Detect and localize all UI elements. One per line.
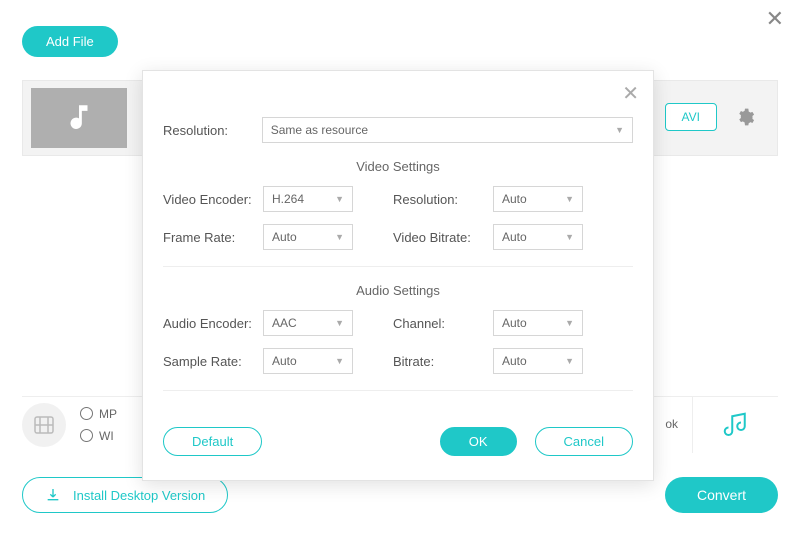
window-close-button[interactable]: ✕ (766, 6, 784, 32)
chevron-down-icon: ▼ (565, 318, 574, 328)
video-bitrate-select[interactable]: Auto ▼ (493, 224, 583, 250)
music-note-icon (62, 101, 96, 135)
resolution2-select[interactable]: Auto ▼ (493, 186, 583, 212)
chevron-down-icon: ▼ (565, 232, 574, 242)
chevron-down-icon: ▼ (335, 318, 344, 328)
cancel-button[interactable]: Cancel (535, 427, 633, 456)
format-radios: MP WI (80, 407, 117, 443)
settings-modal: ✕ Resolution: Same as resource ▼ Video S… (142, 70, 654, 481)
convert-button[interactable]: Convert (665, 477, 778, 513)
audio-settings-heading: Audio Settings (163, 283, 633, 298)
chevron-down-icon: ▼ (335, 356, 344, 366)
frame-rate-select[interactable]: Auto ▼ (263, 224, 353, 250)
channel-value: Auto (502, 316, 527, 330)
sample-rate-value: Auto (272, 354, 297, 368)
sample-rate-label: Sample Rate: (163, 354, 263, 369)
bitrate-value: Auto (502, 354, 527, 368)
music-note-icon (721, 410, 751, 440)
gear-icon (735, 107, 755, 127)
resolution-select-value: Same as resource (271, 123, 368, 137)
film-icon (32, 413, 56, 437)
ok-button[interactable]: OK (440, 427, 517, 456)
footer: Install Desktop Version Convert (22, 475, 778, 515)
format-radio-2[interactable]: WI (80, 429, 117, 443)
chevron-down-icon: ▼ (335, 232, 344, 242)
bitrate-select[interactable]: Auto ▼ (493, 348, 583, 374)
audio-encoder-value: AAC (272, 316, 297, 330)
default-button[interactable]: Default (163, 427, 262, 456)
video-encoder-label: Video Encoder: (163, 192, 263, 207)
modal-close-button[interactable]: ✕ (622, 81, 639, 106)
format-radio-2-label: WI (99, 429, 114, 443)
add-file-button[interactable]: Add File (22, 26, 118, 57)
audio-encoder-label: Audio Encoder: (163, 316, 263, 331)
frame-rate-label: Frame Rate: (163, 230, 263, 245)
chevron-down-icon: ▼ (565, 194, 574, 204)
audio-tab[interactable] (692, 397, 778, 453)
video-bitrate-value: Auto (502, 230, 527, 244)
settings-gear-button[interactable] (731, 103, 759, 131)
video-bitrate-label: Video Bitrate: (393, 230, 493, 245)
divider (163, 390, 633, 391)
resolution-label: Resolution: (163, 123, 262, 138)
video-format-icon-box[interactable] (22, 403, 66, 447)
chevron-down-icon: ▼ (565, 356, 574, 366)
frame-rate-value: Auto (272, 230, 297, 244)
download-icon (45, 487, 61, 503)
install-desktop-label: Install Desktop Version (73, 488, 205, 503)
resolution-select[interactable]: Same as resource ▼ (262, 117, 633, 143)
ok-hint-text: ok (665, 417, 678, 431)
format-avi-button[interactable]: AVI (665, 103, 717, 131)
divider (163, 266, 633, 267)
chevron-down-icon: ▼ (615, 125, 624, 135)
resolution2-value: Auto (502, 192, 527, 206)
video-settings-heading: Video Settings (163, 159, 633, 174)
bitrate-label: Bitrate: (393, 354, 493, 369)
install-desktop-button[interactable]: Install Desktop Version (22, 477, 228, 513)
format-radio-1[interactable]: MP (80, 407, 117, 421)
format-radio-1-label: MP (99, 407, 117, 421)
video-encoder-select[interactable]: H.264 ▼ (263, 186, 353, 212)
chevron-down-icon: ▼ (335, 194, 344, 204)
channel-label: Channel: (393, 316, 493, 331)
resolution2-label: Resolution: (393, 192, 493, 207)
audio-encoder-select[interactable]: AAC ▼ (263, 310, 353, 336)
sample-rate-select[interactable]: Auto ▼ (263, 348, 353, 374)
channel-select[interactable]: Auto ▼ (493, 310, 583, 336)
file-thumbnail (31, 88, 127, 148)
video-encoder-value: H.264 (272, 192, 304, 206)
